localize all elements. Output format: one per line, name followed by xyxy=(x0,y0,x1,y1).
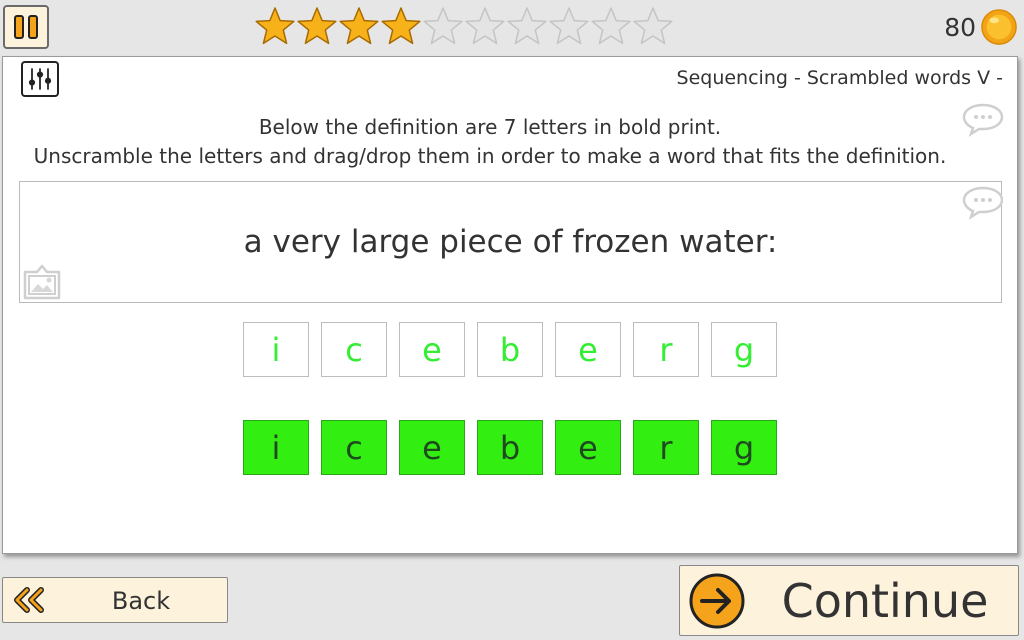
star-empty-icon xyxy=(549,7,589,45)
star-empty-icon xyxy=(423,7,463,45)
continue-button[interactable]: Continue xyxy=(679,565,1019,636)
arrow-right-circle-icon xyxy=(689,573,745,629)
activity-panel: Sequencing - Scrambled words V - Below t… xyxy=(2,56,1018,554)
back-label: Back xyxy=(111,587,171,615)
definition-text: a very large piece of frozen water: xyxy=(243,224,778,260)
continue-label: Continue xyxy=(781,574,989,628)
scrambled-letter-tile[interactable]: i xyxy=(243,322,309,377)
scrambled-letter-tile[interactable]: b xyxy=(477,322,543,377)
scrambled-letter-tile[interactable]: c xyxy=(321,322,387,377)
double-chevron-left-icon xyxy=(14,587,44,613)
answer-letter-tile[interactable]: b xyxy=(477,420,543,475)
star-empty-icon xyxy=(633,7,673,45)
answer-letter-tile[interactable]: e xyxy=(555,420,621,475)
pause-button[interactable] xyxy=(3,5,49,49)
scrambled-letter-tile[interactable]: e xyxy=(399,322,465,377)
coin-icon xyxy=(981,9,1017,45)
scrambled-letter-tile[interactable]: e xyxy=(555,322,621,377)
scrambled-letter-tile[interactable]: g xyxy=(711,322,777,377)
pause-icon-right-bar xyxy=(28,15,38,39)
speech-bubble-icon[interactable] xyxy=(961,184,1005,220)
coin-balance: 80 xyxy=(944,7,1018,47)
star-empty-icon xyxy=(591,7,631,45)
back-button[interactable]: Back xyxy=(2,577,228,623)
instruction-line-2: Unscramble the letters and drag/drop the… xyxy=(33,144,947,168)
star-rating xyxy=(254,5,674,49)
instruction-line-1: Below the definition are 7 letters in bo… xyxy=(258,115,722,139)
star-empty-icon xyxy=(465,7,505,45)
star-empty-icon xyxy=(507,7,547,45)
pause-icon-left-bar xyxy=(14,15,24,39)
answer-letter-tile[interactable]: r xyxy=(633,420,699,475)
star-filled-icon xyxy=(339,7,379,45)
star-filled-icon xyxy=(381,7,421,45)
instructions: Below the definition are 7 letters in bo… xyxy=(3,113,977,171)
answer-letter-tile[interactable]: c xyxy=(321,420,387,475)
answer-letter-tile[interactable]: g xyxy=(711,420,777,475)
coin-count: 80 xyxy=(944,12,976,42)
activity-title: Sequencing - Scrambled words V - xyxy=(676,67,1003,89)
star-filled-icon xyxy=(255,7,295,45)
answer-letter-tile[interactable]: i xyxy=(243,420,309,475)
answer-letters-row: iceberg xyxy=(243,420,777,475)
image-icon[interactable] xyxy=(21,260,63,302)
scrambled-letters-row: iceberg xyxy=(243,322,777,377)
answer-letter-tile[interactable]: e xyxy=(399,420,465,475)
definition-box: a very large piece of frozen water: xyxy=(19,181,1005,303)
star-filled-icon xyxy=(297,7,337,45)
scrambled-letter-tile[interactable]: r xyxy=(633,322,699,377)
settings-sliders-icon[interactable] xyxy=(21,61,59,97)
